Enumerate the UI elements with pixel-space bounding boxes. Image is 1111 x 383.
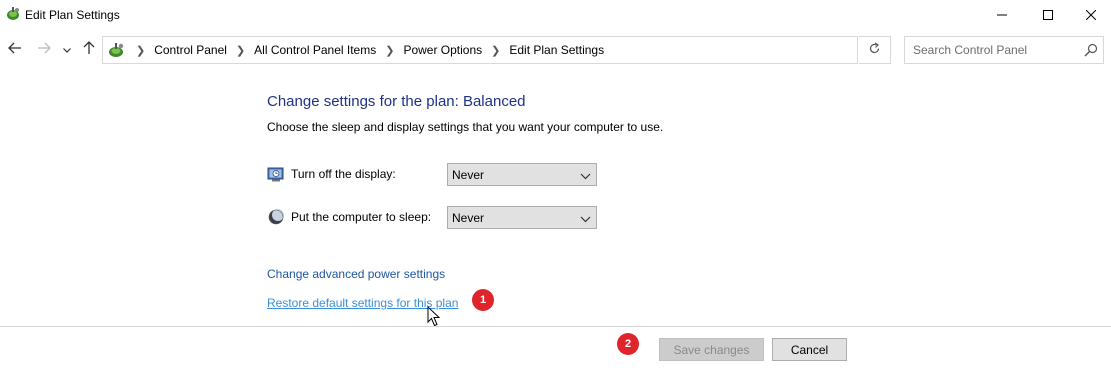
cancel-button[interactable]: Cancel	[772, 338, 847, 361]
navigation-bar: ❯ Control Panel ❯ All Control Panel Item…	[0, 33, 1111, 67]
close-button[interactable]	[1068, 0, 1111, 30]
chevron-right-icon: ❯	[235, 44, 246, 57]
breadcrumb-edit-plan-settings[interactable]: Edit Plan Settings	[509, 43, 604, 57]
search-input[interactable]	[905, 37, 1080, 63]
window-title: Edit Plan Settings	[25, 8, 120, 22]
sleep-timeout-select[interactable]: Never	[447, 206, 597, 229]
search-icon[interactable]	[1084, 43, 1098, 57]
display-timeout-select[interactable]: Never	[447, 163, 597, 186]
display-setting-label: Turn off the display:	[291, 167, 396, 181]
chevron-down-icon	[63, 42, 71, 56]
arrow-up-icon	[83, 40, 95, 58]
breadcrumb-power-options[interactable]: Power Options	[403, 43, 482, 57]
step-badge-2: 2	[617, 333, 639, 355]
maximize-button[interactable]	[1025, 0, 1071, 30]
step-badge-1: 1	[472, 289, 494, 311]
title-bar: Edit Plan Settings	[0, 0, 1111, 30]
advanced-power-settings-link[interactable]: Change advanced power settings	[267, 267, 445, 281]
save-changes-button[interactable]: Save changes	[659, 338, 764, 361]
page-title: Change settings for the plan: Balanced	[267, 93, 526, 110]
display-timeout-value: Never	[452, 168, 485, 182]
arrow-left-icon	[8, 42, 22, 57]
recent-locations-button[interactable]	[60, 39, 74, 59]
breadcrumb-control-panel[interactable]: Control Panel	[154, 43, 227, 57]
arrow-right-icon	[37, 42, 51, 57]
display-setting-row: Turn off the display: Never	[267, 163, 607, 186]
control-panel-icon	[107, 41, 125, 59]
search-box[interactable]	[904, 36, 1104, 64]
sleep-timeout-value: Never	[452, 211, 485, 225]
chevron-right-icon: ❯	[385, 44, 395, 57]
page-description: Choose the sleep and display settings th…	[267, 120, 664, 134]
refresh-icon	[868, 42, 881, 58]
sleep-setting-row: Put the computer to sleep: Never	[267, 206, 607, 229]
back-button[interactable]	[5, 39, 25, 59]
breadcrumb-all-items[interactable]: All Control Panel Items	[254, 43, 376, 57]
minimize-button[interactable]	[979, 0, 1025, 30]
chevron-right-icon: ❯	[491, 44, 501, 57]
chevron-down-icon	[580, 213, 591, 223]
sleep-setting-label: Put the computer to sleep:	[291, 210, 432, 224]
monitor-clock-icon	[267, 165, 285, 183]
up-button[interactable]	[79, 39, 99, 59]
footer-divider	[0, 326, 1111, 327]
chevron-down-icon	[580, 170, 591, 180]
moon-icon	[267, 208, 285, 226]
refresh-button[interactable]	[859, 36, 891, 64]
breadcrumb: ❯ Control Panel ❯ All Control Panel Item…	[127, 37, 604, 63]
power-options-icon	[5, 6, 21, 22]
chevron-right-icon: ❯	[136, 44, 146, 57]
address-bar[interactable]: ❯ Control Panel ❯ All Control Panel Item…	[102, 36, 949, 64]
mouse-cursor-icon	[427, 305, 441, 327]
forward-button[interactable]	[34, 39, 54, 59]
